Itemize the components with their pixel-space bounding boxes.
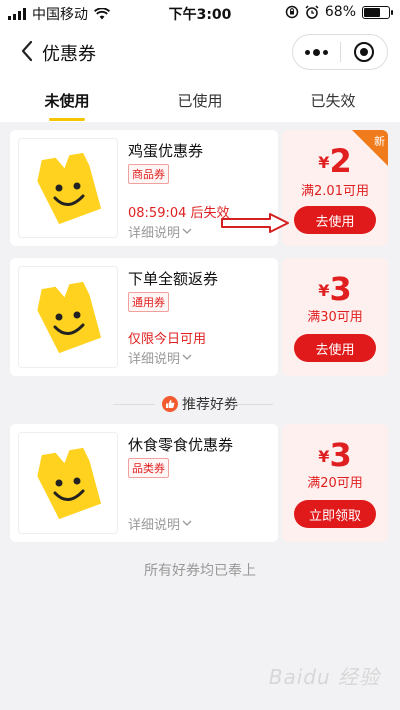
coupon-value: ¥3 — [282, 436, 388, 474]
list-end-message: 所有好券均已奉上 — [144, 563, 256, 579]
more-icon — [304, 48, 328, 56]
coupon-info-panel: 下单全额返券 通用券 仅限今日可用 详细说明 — [10, 258, 278, 376]
battery-percent: 68% — [324, 4, 356, 20]
recommend-section-header: 推荐好券 — [0, 392, 400, 416]
claim-coupon-button[interactable]: 立即领取 — [294, 500, 376, 528]
coupon-value: ¥3 — [282, 270, 388, 308]
coupon-type-tag: 品类券 — [128, 458, 169, 478]
chevron-down-icon — [182, 354, 192, 360]
thumbs-up-icon — [162, 396, 178, 412]
miniapp-capsule — [292, 34, 388, 70]
rotation-lock-icon — [285, 5, 299, 19]
coupon-amount: 3 — [329, 436, 352, 474]
close-miniapp-button[interactable] — [341, 35, 388, 69]
currency-symbol: ¥ — [318, 447, 330, 466]
details-label: 详细说明 — [128, 352, 181, 367]
annotation-arrow-icon — [221, 213, 289, 233]
smiley-mascot-icon — [37, 447, 102, 520]
coupon-details-link[interactable]: 详细说明 — [128, 222, 192, 241]
navigation-bar: 优惠券 — [0, 26, 400, 78]
coupon-name: 下单全额返券 — [128, 270, 219, 288]
coupon-value-panel: ¥3 满30可用 去使用 — [282, 258, 388, 376]
use-coupon-button[interactable]: 去使用 — [294, 206, 376, 234]
active-tab-indicator — [49, 118, 85, 121]
watermark-logo: Baidu 经验 — [268, 665, 380, 689]
details-label: 详细说明 — [128, 518, 181, 533]
details-label: 详细说明 — [128, 226, 181, 241]
coupon-condition: 满20可用 — [307, 476, 363, 491]
coupon-amount: 3 — [329, 270, 352, 308]
smiley-mascot-icon — [37, 152, 102, 225]
coupon-value-panel: 新 ¥2 满2.01可用 去使用 — [282, 130, 388, 246]
page-title: 优惠券 — [42, 44, 96, 65]
back-button[interactable] — [14, 38, 40, 64]
coupon-name: 休食零食优惠券 — [128, 436, 234, 454]
tab-expired[interactable]: 已失效 — [283, 90, 383, 111]
coupon-countdown: 08:59:04 后失效 — [128, 206, 230, 221]
smiley-mascot-icon — [37, 281, 102, 354]
coupon-condition: 满2.01可用 — [301, 184, 369, 199]
coupon-name: 鸡蛋优惠券 — [128, 142, 204, 160]
tab-used[interactable]: 已使用 — [150, 90, 250, 111]
coupon-validity: 仅限今日可用 — [128, 332, 207, 347]
coupon-tabs: 未使用 已使用 已失效 — [0, 78, 400, 122]
chevron-left-icon — [21, 40, 33, 62]
coupon-thumbnail — [18, 432, 118, 534]
recommended-coupon-card: 休食零食优惠券 品类券 详细说明 ¥3 满20可用 立即领取 — [10, 424, 388, 542]
divider-line — [231, 404, 273, 405]
coupon-type-tag: 商品券 — [128, 164, 169, 184]
coupon-details-link[interactable]: 详细说明 — [128, 348, 192, 367]
coupon-value-panel: ¥3 满20可用 立即领取 — [282, 424, 388, 542]
coupon-details-link[interactable]: 详细说明 — [128, 514, 192, 533]
close-target-icon — [353, 42, 374, 62]
use-coupon-button[interactable]: 去使用 — [294, 334, 376, 362]
coupon-info-panel: 休食零食优惠券 品类券 详细说明 — [10, 424, 278, 542]
more-button[interactable] — [293, 35, 340, 69]
status-bar: 中国移动 下午3:00 68% — [0, 0, 400, 26]
coupon-condition: 满30可用 — [307, 310, 363, 325]
battery-icon — [362, 5, 393, 19]
alarm-icon — [305, 5, 319, 19]
coupon-thumbnail — [18, 266, 118, 368]
coupon-type-tag: 通用券 — [128, 292, 169, 312]
coupon-value: ¥2 — [282, 142, 388, 180]
coupon-card: 下单全额返券 通用券 仅限今日可用 详细说明 ¥3 满30可用 去使用 — [10, 258, 388, 376]
currency-symbol: ¥ — [318, 153, 330, 172]
recommend-title: 推荐好券 — [182, 397, 238, 413]
coupon-thumbnail — [18, 138, 118, 238]
coupon-amount: 2 — [329, 142, 352, 180]
tab-unused[interactable]: 未使用 — [17, 90, 117, 111]
currency-symbol: ¥ — [318, 281, 330, 300]
coupon-card: 鸡蛋优惠券 商品券 08:59:04 后失效 详细说明 新 ¥2 满2.01可用… — [10, 130, 388, 246]
chevron-down-icon — [182, 228, 192, 234]
chevron-down-icon — [182, 520, 192, 526]
